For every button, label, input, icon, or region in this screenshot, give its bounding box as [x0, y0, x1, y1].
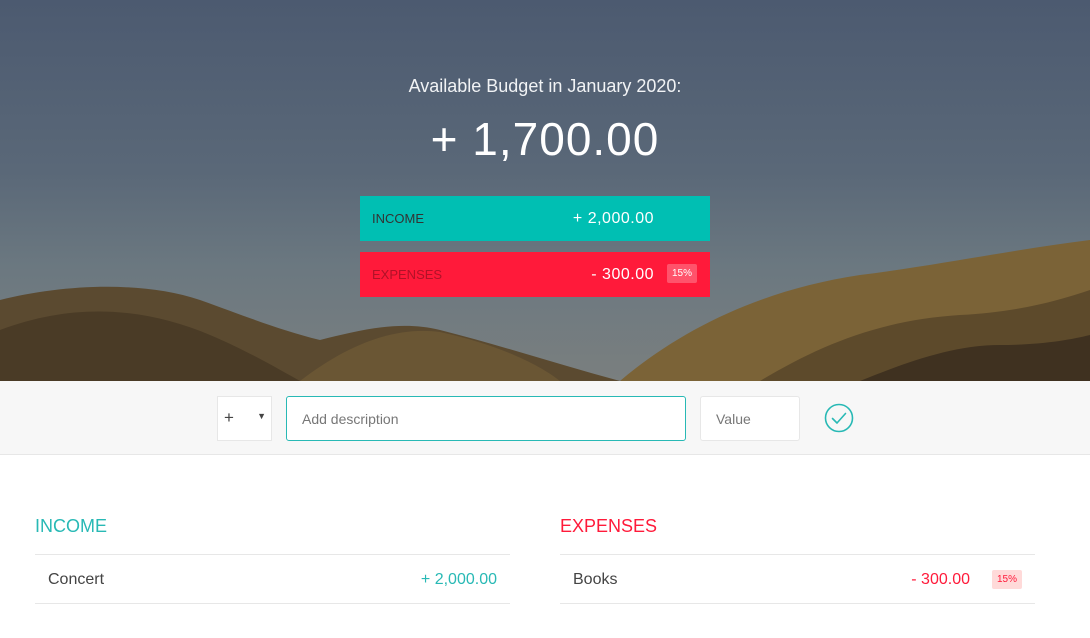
background-landscape: [0, 240, 1090, 381]
expense-item-value: - 300.00: [911, 571, 970, 588]
value-input[interactable]: [700, 396, 800, 441]
income-item-value: + 2,000.00: [420, 571, 497, 588]
income-summary-label: Income: [372, 211, 424, 226]
expense-item-percentage-badge: 15%: [991, 570, 1022, 589]
income-summary: Income + 2,000.00: [360, 196, 710, 241]
expenses-summary-label: Expenses: [372, 267, 443, 282]
income-summary-value: + 2,000.00: [572, 209, 654, 227]
expenses-list-title: Expenses: [560, 516, 658, 536]
expenses-percentage-badge: 15%: [666, 264, 697, 283]
expenses-summary: Expenses - 300.00 15%: [360, 252, 710, 297]
budget-title: Available Budget in January 2020:: [408, 76, 682, 96]
description-input[interactable]: [286, 396, 686, 441]
expense-item-description: Books: [573, 571, 618, 588]
checkmark-circle-icon[interactable]: [824, 403, 854, 433]
type-select-value: +: [224, 408, 234, 427]
income-list-item[interactable]: Concert + 2,000.00: [35, 554, 510, 604]
income-item-description: Concert: [48, 571, 105, 588]
type-select[interactable]: + ▼: [217, 396, 272, 441]
caret-down-icon: ▼: [257, 411, 266, 421]
income-list-title: Income: [35, 516, 107, 536]
expenses-summary-value: - 300.00: [591, 265, 654, 283]
expense-list-item[interactable]: Books - 300.00 15%: [560, 554, 1035, 604]
budget-header: Available Budget in January 2020: + 1,70…: [0, 0, 1090, 381]
add-item-bar: + ▼: [0, 381, 1090, 455]
available-budget-value: + 1,700.00: [430, 113, 660, 165]
